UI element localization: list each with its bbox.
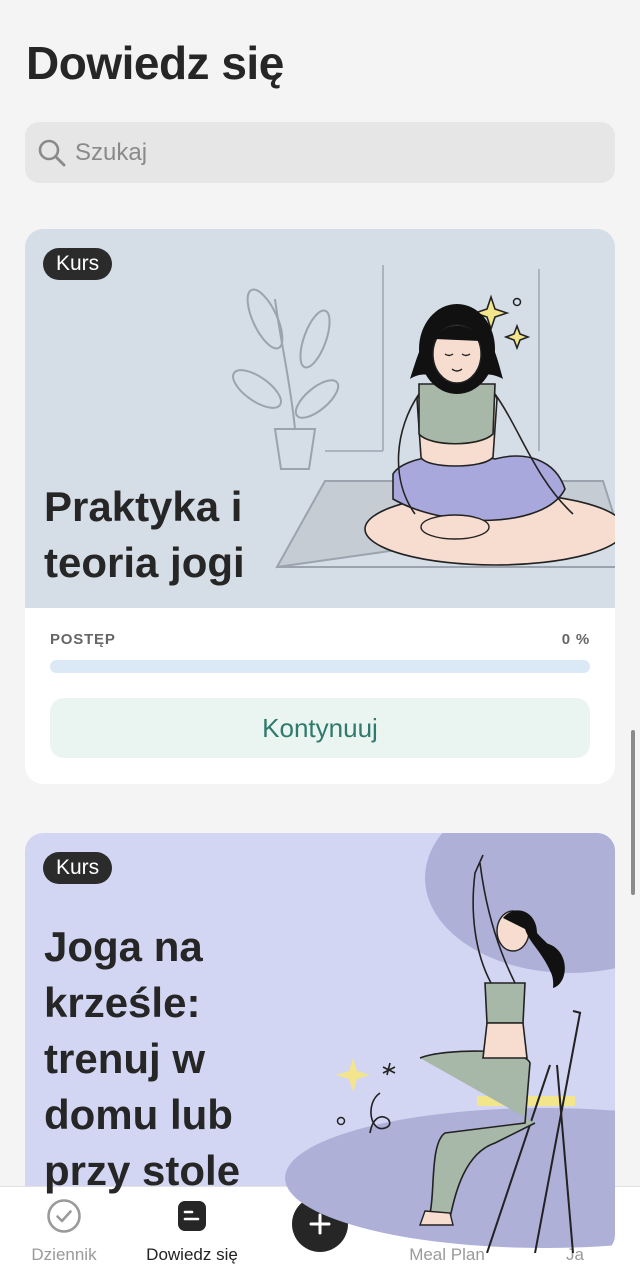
course-title: Joga na krześle: trenuj w domu lub przy … bbox=[44, 923, 241, 1194]
course-card-chair-yoga[interactable]: Kurs Joga na krześle: trenuj w domu lub … bbox=[25, 833, 615, 1253]
search-icon bbox=[38, 139, 66, 166]
page-title: Dowiedz się bbox=[26, 37, 284, 89]
course-card-yoga[interactable]: Kurs Praktyka i teoria jogi POSTĘP 0 % K… bbox=[25, 229, 615, 784]
progress-section: POSTĘP 0 % bbox=[50, 631, 590, 673]
scrollbar-thumb[interactable] bbox=[631, 730, 635, 895]
course-badge: Kurs bbox=[43, 248, 113, 280]
course-badge: Kurs bbox=[43, 852, 113, 884]
course-hero: Kurs Joga na krześle: trenuj w domu lub … bbox=[25, 833, 615, 1253]
progress-bar bbox=[50, 660, 590, 673]
search-bar[interactable] bbox=[25, 122, 615, 183]
course-hero: Kurs Praktyka i teoria jogi bbox=[25, 229, 615, 608]
continue-button[interactable]: Kontynuuj bbox=[50, 698, 590, 758]
course-title: Praktyka i teoria jogi bbox=[44, 483, 245, 586]
progress-value: 0 % bbox=[561, 631, 590, 648]
search-input[interactable] bbox=[75, 138, 575, 167]
progress-label: POSTĘP bbox=[50, 631, 116, 648]
